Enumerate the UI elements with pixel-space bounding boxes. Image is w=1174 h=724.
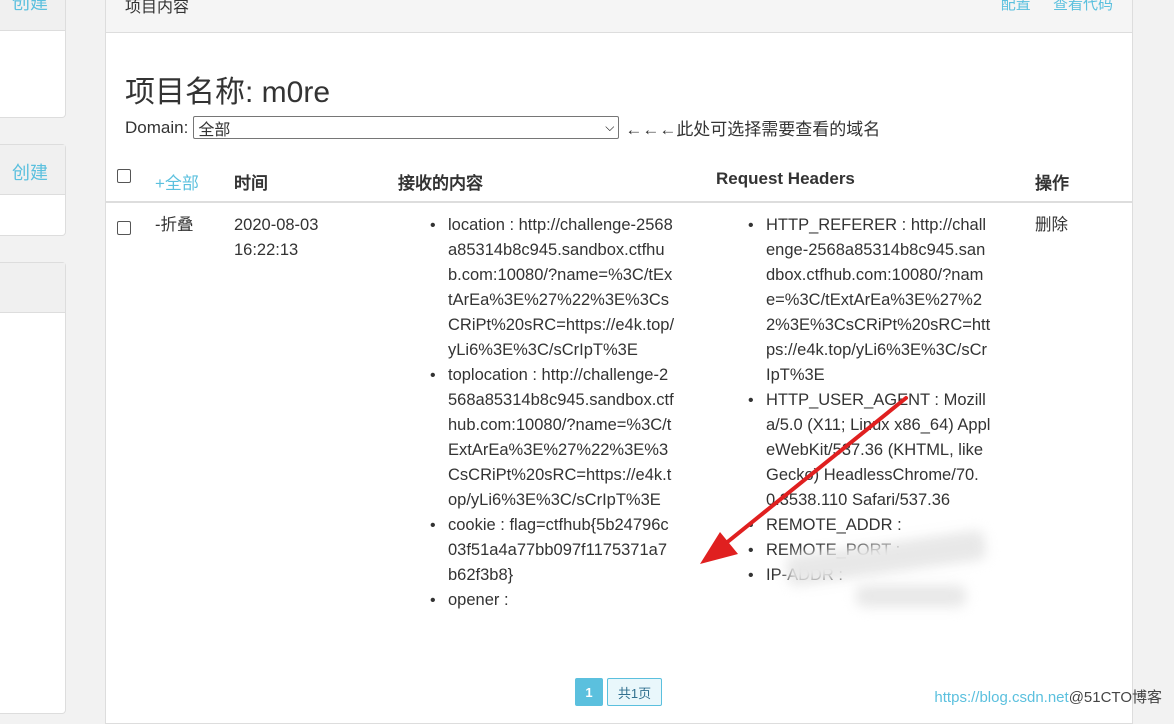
pagination: 1 共1页 [575,678,662,706]
watermark-author: @51CTO博客 [1068,689,1162,706]
project-content-panel: 项目内容 配置 查看代码 项目名称: m0re Domain: 全部 ⌵ ←←←… [105,0,1133,724]
list-item: opener : [428,588,676,613]
chevron-down-icon: ⌵ [605,120,615,134]
list-item: cookie : flag=ctfhub{5b24796c03f51a4a77b… [428,513,676,588]
config-link[interactable]: 配置 [1001,0,1031,13]
received-content: location : http://challenge-2568a85314b8… [428,213,676,613]
row-time: 2020-08-03 16:22:13 [234,216,319,259]
create-link-1[interactable]: 创建 [12,0,48,15]
domain-select-value: 全部 [198,121,231,139]
row-checkbox[interactable] [117,221,131,235]
sidebar-panel-1: 创建 [0,0,66,118]
panel-title: 项目内容 [125,0,190,16]
sidebar-panel-3 [0,262,66,714]
header-time: 时间 [234,174,268,193]
header-action: 操作 [1035,174,1069,193]
project-title: 项目名称: m0re [125,76,331,109]
delete-link[interactable]: 删除 [1035,213,1068,238]
create-link-2[interactable]: 创建 [12,159,48,185]
domain-hint: ←←←此处可选择需要查看的域名 [625,120,881,139]
panel-header-links: 配置 查看代码 [983,0,1113,14]
collapse-link[interactable]: -折叠 [155,213,194,238]
sidebar-panel-3-header [0,263,65,313]
watermark-url: https://blog.csdn.net [934,689,1069,706]
domain-select[interactable]: 全部 ⌵ [193,116,620,139]
sidebar-panel-2: 创建 [0,144,66,236]
page-total: 共1页 [607,678,662,706]
header-request-headers: Request Headers [716,169,855,188]
expand-all-link[interactable]: +全部 [155,169,199,194]
watermark: https://blog.csdn.net@51CTO博客 [934,686,1162,707]
header-content: 接收的内容 [398,174,483,193]
red-arrow-annotation [700,396,908,564]
redaction-blur [856,585,966,607]
list-item: toplocation : http://challenge-2568a8531… [428,363,676,513]
panel-header: 项目内容 配置 查看代码 [106,0,1132,33]
view-code-link[interactable]: 查看代码 [1053,0,1113,13]
domain-filter: Domain: 全部 ⌵ ←←←此处可选择需要查看的域名 [125,115,880,140]
table-header: +全部 时间 接收的内容 Request Headers 操作 [106,155,1132,203]
select-all-checkbox[interactable] [117,169,131,183]
list-item: location : http://challenge-2568a85314b8… [428,213,676,363]
page-1-button[interactable]: 1 [575,678,603,706]
domain-label: Domain: [125,117,189,137]
list-item: HTTP_REFERER : http://challenge-2568a853… [746,213,991,388]
